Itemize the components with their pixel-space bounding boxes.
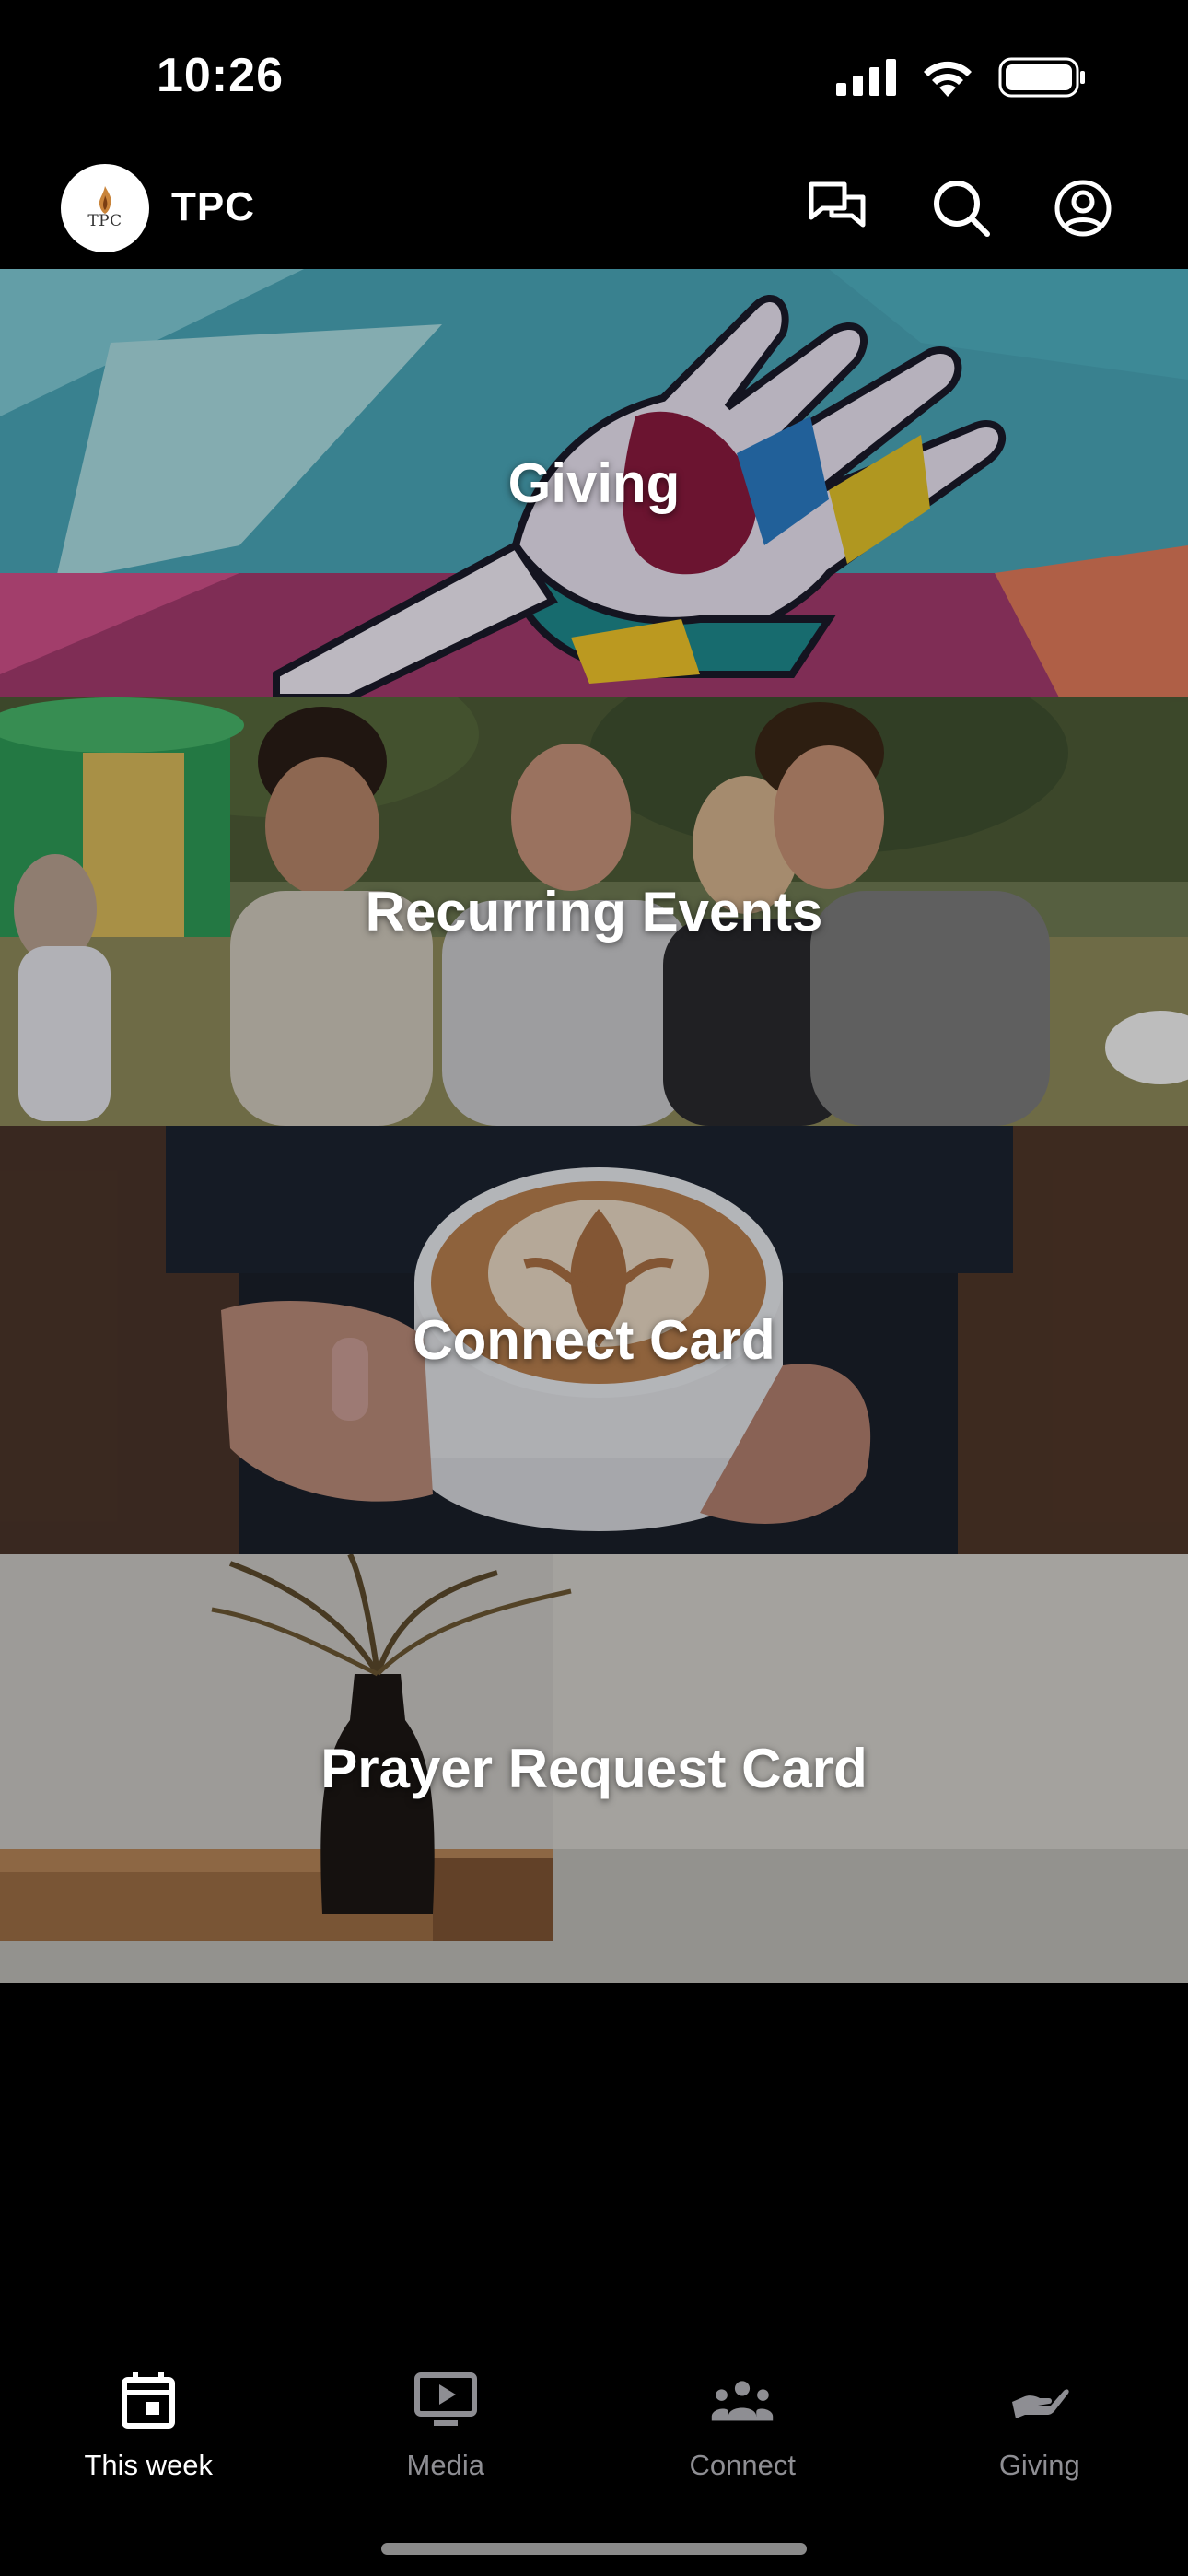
tab-this-week[interactable]: This week (0, 2340, 297, 2488)
profile-icon[interactable] (1052, 177, 1114, 240)
calendar-icon (116, 2368, 181, 2432)
tile-label-recurring-events: Recurring Events (365, 881, 823, 943)
chat-icon[interactable] (807, 177, 869, 240)
group-icon (710, 2368, 775, 2432)
tv-play-icon (413, 2368, 478, 2432)
tab-label: Connect (689, 2449, 796, 2481)
tab-giving[interactable]: Giving (891, 2340, 1188, 2488)
battery-icon (998, 57, 1085, 98)
tab-label: This week (84, 2449, 214, 2481)
tile-label-giving: Giving (507, 452, 681, 514)
app-header: TPC TPC (0, 157, 1188, 269)
status-time: 10:26 (157, 49, 284, 102)
tile-recurring-events[interactable]: Recurring Events (0, 697, 1188, 1126)
app-title: TPC (171, 184, 255, 229)
tab-label: Media (406, 2449, 484, 2481)
tile-connect-card[interactable]: Connect Card (0, 1126, 1188, 1554)
wifi-icon (924, 61, 972, 97)
search-icon[interactable] (930, 177, 993, 240)
tile-giving[interactable]: Giving (0, 269, 1188, 697)
logo-text: TPC (87, 212, 122, 230)
tile-label-prayer-request-card: Prayer Request Card (320, 1738, 868, 1799)
home-indicator[interactable] (381, 2543, 807, 2555)
feature-tiles: Giving Recurring Events Connect Card Pra… (0, 269, 1188, 1983)
status-bar: 10:26 (0, 0, 1188, 157)
signal-icon (836, 59, 896, 96)
giving-hand-icon (1007, 2368, 1072, 2432)
tab-media[interactable]: Media (297, 2340, 595, 2488)
church-logo[interactable]: TPC (61, 164, 149, 252)
tab-connect[interactable]: Connect (594, 2340, 891, 2488)
tile-prayer-request-card[interactable]: Prayer Request Card (0, 1554, 1188, 1983)
status-icons (836, 57, 1087, 98)
tab-bar: This week Media Connect Giving (0, 2340, 1188, 2488)
flame-icon (99, 186, 111, 214)
tab-label: Giving (998, 2449, 1080, 2481)
tile-label-connect-card: Connect Card (413, 1309, 775, 1371)
